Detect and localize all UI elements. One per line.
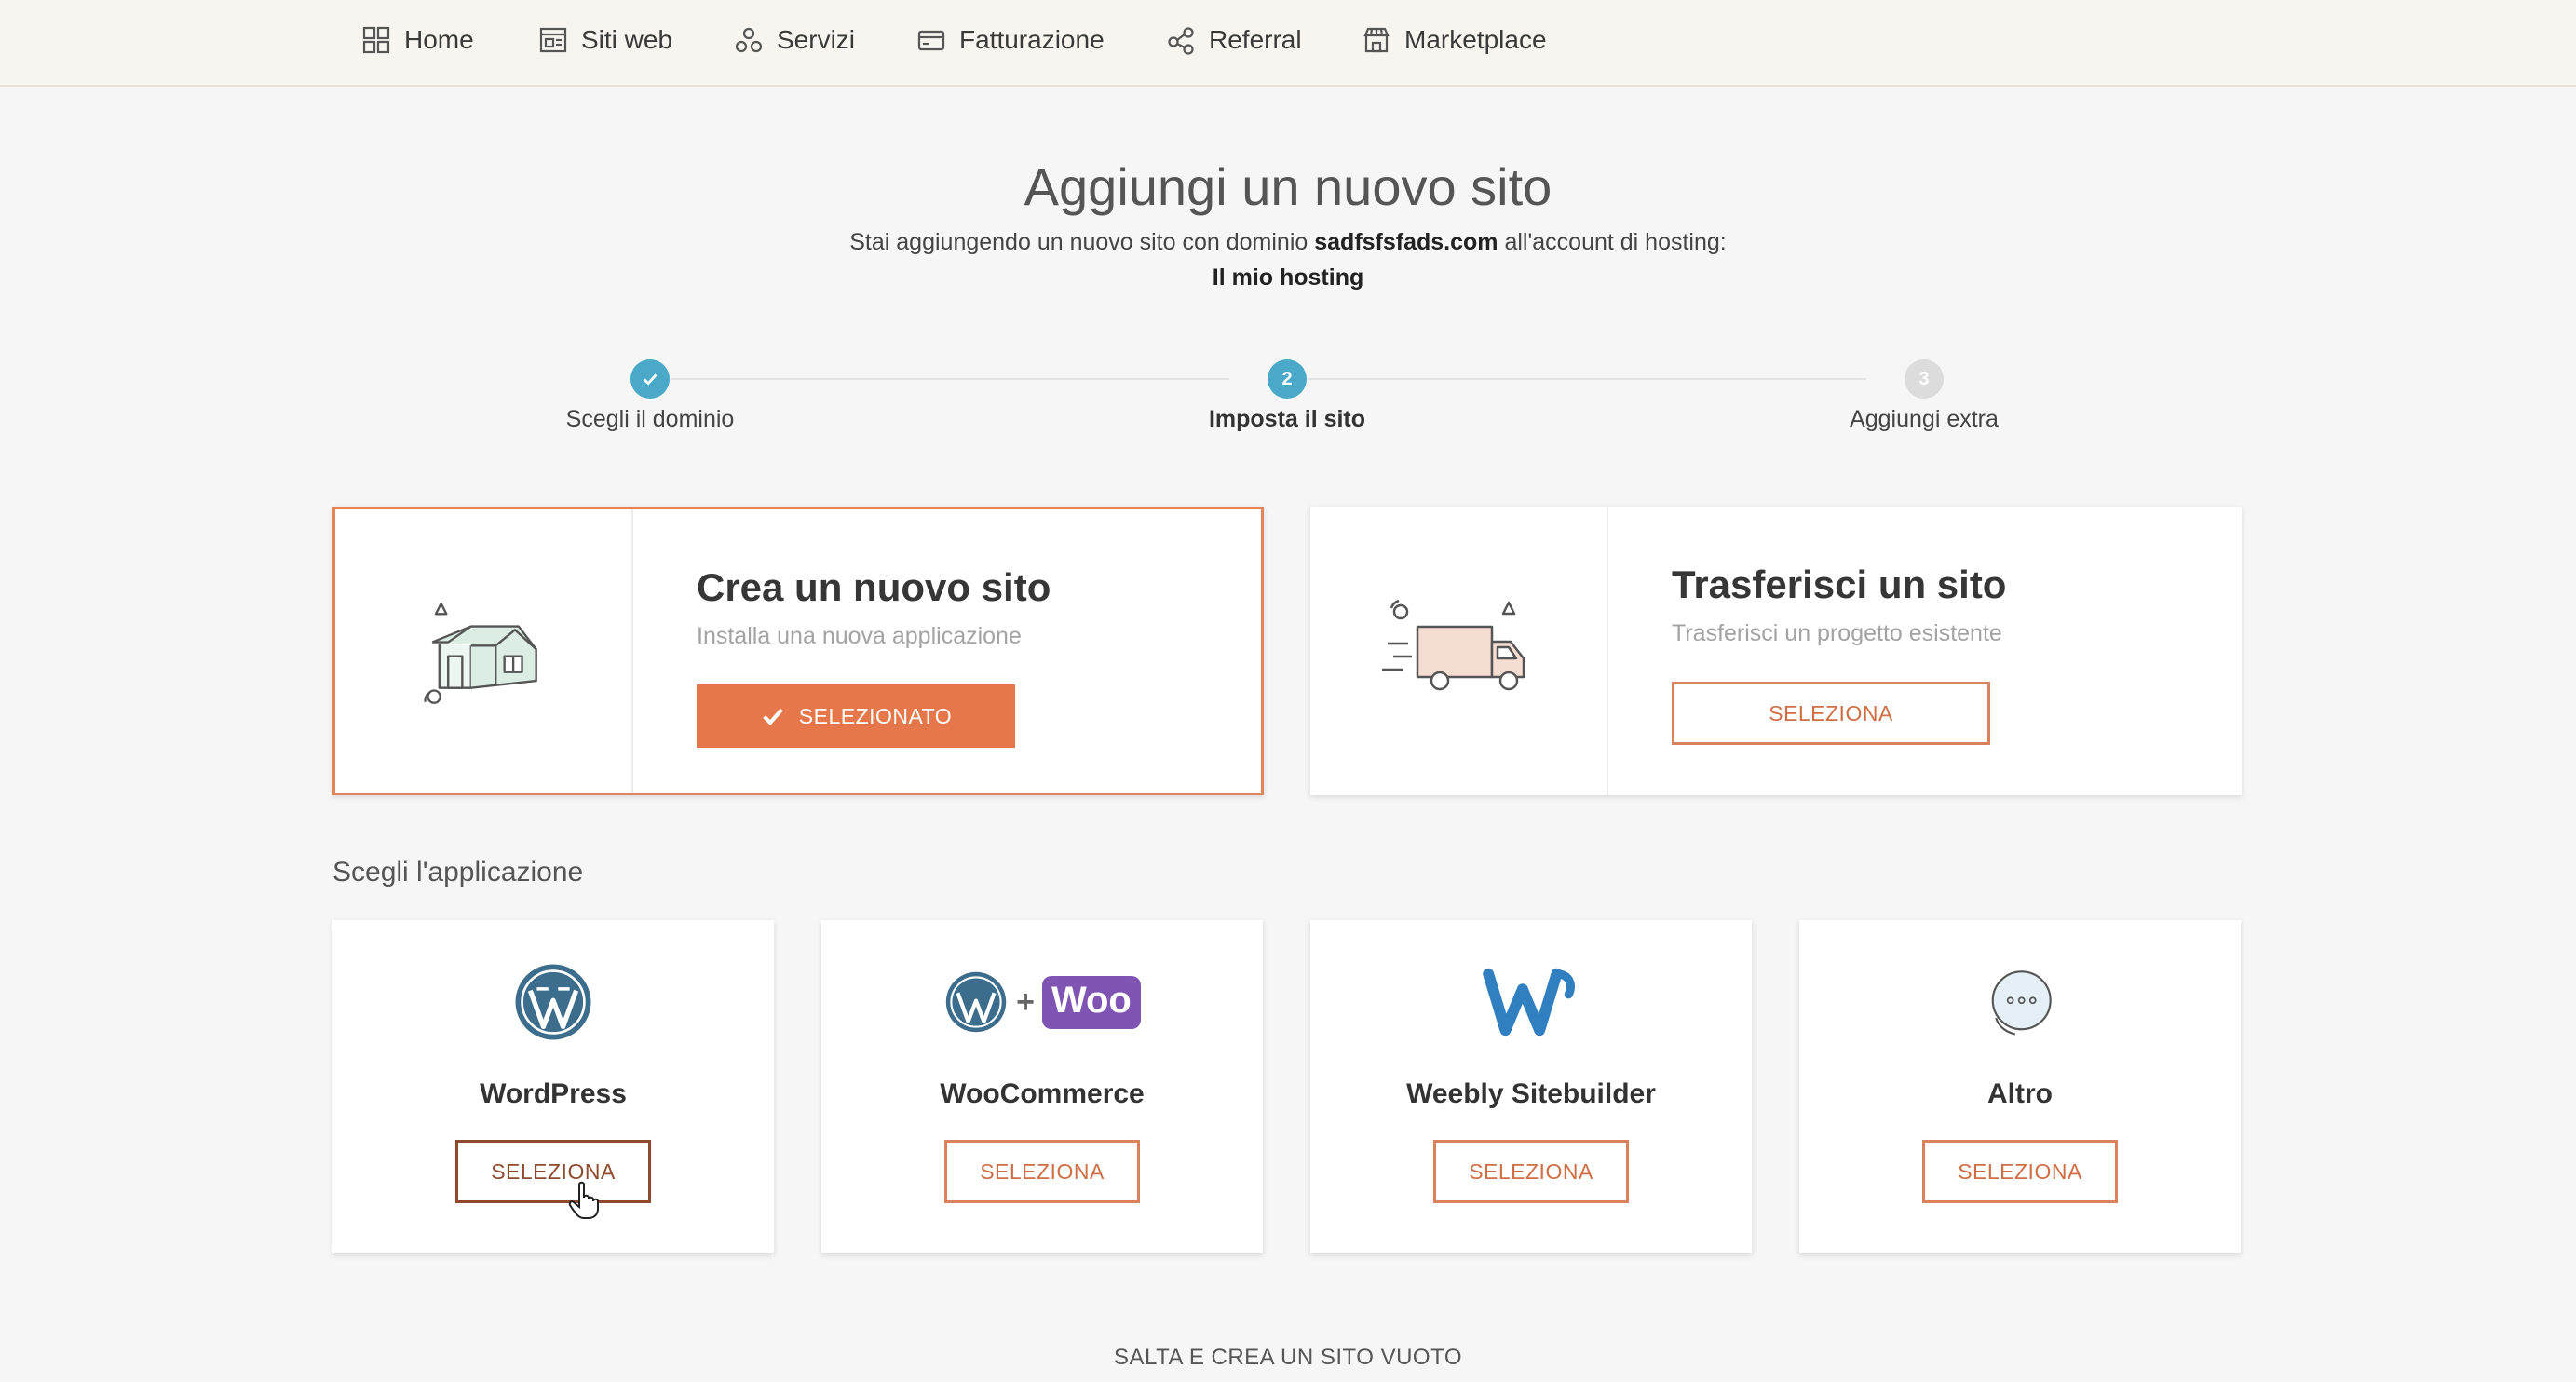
house-icon xyxy=(424,602,537,704)
app-card-other[interactable]: Altro SELEZIONA xyxy=(1799,920,2241,1253)
create-site-description: Installa una nuova applicazione xyxy=(697,623,1022,649)
nav-item-label: Servizi xyxy=(777,25,856,54)
create-site-card[interactable]: Crea un nuovo sito Installa una nuova ap… xyxy=(332,507,1264,795)
app-name: Weebly Sitebuilder xyxy=(1406,1078,1656,1109)
step-3-indicator: 3 xyxy=(1905,359,1944,399)
wordpress-select-button[interactable]: SELEZIONA xyxy=(455,1140,651,1203)
transfer-select-button[interactable]: SELEZIONA xyxy=(1672,682,1990,745)
step-connector xyxy=(671,378,1229,380)
step-2-indicator: 2 xyxy=(1268,359,1307,399)
app-logo xyxy=(332,957,774,1047)
nav-item-siti-web[interactable]: Siti web xyxy=(538,17,672,63)
transfer-site-card[interactable]: Trasferisci un sito Trasferisci un proge… xyxy=(1310,507,2242,795)
card-icon xyxy=(917,30,945,51)
subtitle-text-end: all'account di hosting: xyxy=(1498,229,1727,255)
app-logo: + Woo xyxy=(821,957,1263,1047)
domain-name: sadfsfsfads.com xyxy=(1314,229,1498,255)
nav-item-label: Home xyxy=(404,25,474,54)
nav-item-label: Referral xyxy=(1209,25,1302,54)
choose-app-heading: Scegli l'applicazione xyxy=(332,857,584,887)
nav-item-label: Marketplace xyxy=(1404,25,1547,54)
woo-logo-icon: Woo xyxy=(1041,975,1141,1029)
create-site-title: Crea un nuovo sito xyxy=(697,565,1051,609)
nav-item-home[interactable]: Home xyxy=(361,17,474,63)
nav-item-servizi[interactable]: Servizi xyxy=(734,17,855,63)
plus-icon: + xyxy=(1016,983,1035,1020)
app-name: Altro xyxy=(1987,1078,2053,1109)
check-icon xyxy=(763,708,783,725)
weebly-select-button[interactable]: SELEZIONA xyxy=(1433,1140,1629,1203)
transfer-illustration xyxy=(1310,507,1608,795)
nav-item-label: Fatturazione xyxy=(959,25,1105,54)
top-navigation: Home Siti web Servizi Fatturazione Refer… xyxy=(0,0,2576,87)
woocommerce-select-button[interactable]: SELEZIONA xyxy=(944,1140,1140,1203)
grid-icon xyxy=(362,26,390,54)
page-subtitle: Stai aggiungendo un nuovo sito con domin… xyxy=(0,229,2576,256)
button-label: SELEZIONATO xyxy=(798,703,953,728)
step-connector xyxy=(1308,378,1866,380)
services-icon xyxy=(735,27,763,53)
nav-item-label: Siti web xyxy=(581,25,673,54)
more-options-icon xyxy=(1991,970,2052,1036)
transfer-site-description: Trasferisci un progetto esistente xyxy=(1672,620,2002,646)
other-select-button[interactable]: SELEZIONA xyxy=(1922,1140,2118,1203)
wordpress-icon xyxy=(945,971,1007,1033)
selected-button[interactable]: SELEZIONATO xyxy=(697,684,1015,748)
share-icon xyxy=(1168,27,1194,55)
app-logo xyxy=(1799,957,2241,1047)
skip-create-empty-site-link[interactable]: SALTA E CREA UN SITO VUOTO xyxy=(0,1345,2576,1371)
step-3-label: Aggiungi extra xyxy=(1850,406,1999,432)
step-1-label: Scegli il dominio xyxy=(565,406,735,432)
app-name: WooCommerce xyxy=(940,1078,1145,1109)
browser-icon xyxy=(539,27,567,53)
wordpress-icon xyxy=(515,964,591,1040)
app-name: WordPress xyxy=(480,1078,627,1109)
nav-item-fatturazione[interactable]: Fatturazione xyxy=(916,17,1105,63)
page-title: Aggiungi un nuovo sito xyxy=(1024,157,1552,216)
check-icon xyxy=(643,373,658,386)
hosting-account-name: Il mio hosting xyxy=(1212,264,1364,291)
nav-item-referral[interactable]: Referral xyxy=(1166,17,1302,63)
step-1-done-indicator xyxy=(630,359,670,399)
weebly-icon xyxy=(1483,968,1576,1036)
app-card-wordpress[interactable]: WordPress SELEZIONA xyxy=(332,920,774,1253)
step-2-label: Imposta il sito xyxy=(1208,406,1366,432)
app-card-woocommerce[interactable]: + Woo WooCommerce SELEZIONA xyxy=(821,920,1263,1253)
app-logo xyxy=(1310,957,1752,1047)
moving-truck-icon xyxy=(1382,599,1525,691)
store-icon xyxy=(1363,27,1390,53)
nav-item-marketplace[interactable]: Marketplace xyxy=(1362,17,1547,63)
app-card-weebly[interactable]: Weebly Sitebuilder SELEZIONA xyxy=(1310,920,1752,1253)
create-illustration xyxy=(335,509,633,793)
transfer-site-title: Trasferisci un sito xyxy=(1672,562,2007,606)
hand-cursor-icon xyxy=(568,1181,599,1219)
subtitle-text: Stai aggiungendo un nuovo sito con domin… xyxy=(849,229,1315,255)
